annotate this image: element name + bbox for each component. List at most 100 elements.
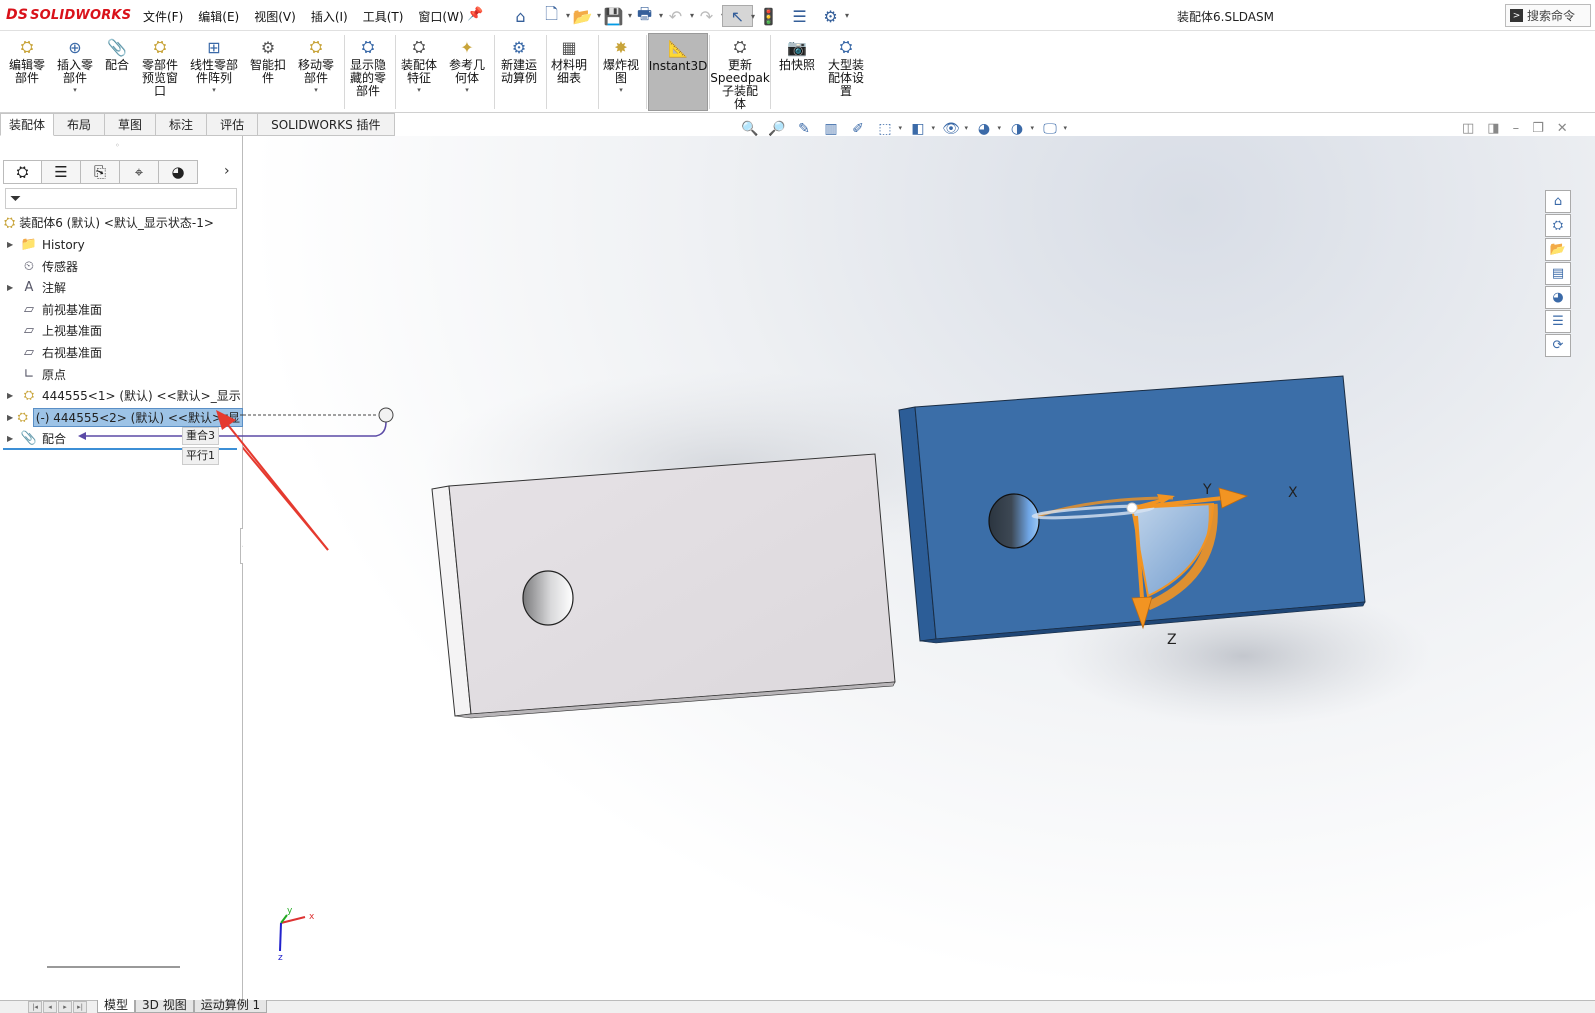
select-cursor-icon[interactable]: ↖ ▾ bbox=[722, 5, 755, 27]
chevron-down-icon[interactable]: ▾ bbox=[997, 124, 1001, 132]
tree-item-origin[interactable]: ∟ 原点 bbox=[0, 364, 243, 385]
close-icon[interactable]: ✕ bbox=[1557, 121, 1568, 136]
expand-arrow-icon[interactable]: ▶ bbox=[7, 413, 16, 422]
tree-item-component-2[interactable]: ▶ ⛭ (-) 444555<2> (默认) <<默认>_显 bbox=[0, 407, 243, 428]
bottom-tab-1[interactable]: 3D 视图 bbox=[135, 999, 194, 1013]
menu-item-1[interactable]: 编辑(E) bbox=[198, 8, 239, 25]
expand-arrow-icon[interactable]: ▶ bbox=[7, 283, 19, 292]
design-library-icon[interactable]: ⛭ bbox=[1545, 214, 1571, 237]
chevron-down-icon[interactable]: ▾ bbox=[465, 86, 469, 94]
large-assembly-settings-button[interactable]: ⛭ 大型装 配体设置 bbox=[822, 36, 870, 97]
expand-arrow-icon[interactable]: ▶ bbox=[7, 391, 19, 400]
search-commands-input[interactable]: > 搜索命令 bbox=[1505, 4, 1591, 27]
instant3d-button[interactable]: 📐 Instant3D bbox=[648, 33, 708, 111]
chevron-down-icon[interactable]: ▾ bbox=[73, 86, 77, 94]
scroll-last-icon[interactable]: ▸| bbox=[73, 1001, 87, 1013]
tree-root-assembly[interactable]: ⛭ 装配体6 (默认) <默认_显示状态-1> bbox=[4, 212, 214, 233]
tab-1[interactable]: 布局 bbox=[54, 113, 106, 136]
graphics-area[interactable]: x y z X Y Z bbox=[243, 136, 1595, 1000]
dimxpert-tab-icon[interactable]: ⌖ bbox=[120, 160, 159, 184]
component-preview-button[interactable]: ⛭ 零部件 预览窗口 bbox=[137, 36, 183, 97]
menu-item-2[interactable]: 视图(V) bbox=[254, 8, 296, 25]
view-settings-icon[interactable]: 🖵 ▾ bbox=[1038, 119, 1067, 139]
tab-0[interactable]: 装配体 bbox=[0, 113, 55, 136]
tree-item-top-plane[interactable]: ▱ 上视基准面 bbox=[0, 320, 243, 341]
move-component-button[interactable]: ⛭ 移动零 部件 ▾ bbox=[293, 36, 339, 94]
minimize-icon[interactable]: – bbox=[1513, 121, 1520, 136]
file-explorer-icon[interactable]: 📂 bbox=[1545, 238, 1571, 261]
menu-item-0[interactable]: 文件(F) bbox=[143, 8, 183, 25]
tree-item-annotations[interactable]: ▶ A 注解 bbox=[0, 277, 243, 298]
scroll-first-icon[interactable]: |◂ bbox=[28, 1001, 42, 1013]
chevron-down-icon[interactable]: ▾ bbox=[619, 86, 623, 94]
scroll-prev-icon[interactable]: ◂ bbox=[43, 1001, 57, 1013]
restore-icon[interactable]: ❐ bbox=[1532, 121, 1544, 136]
chevron-down-icon[interactable]: ▾ bbox=[931, 124, 935, 132]
tab-3[interactable]: 标注 bbox=[156, 113, 208, 136]
show-hidden-button[interactable]: ⛭ 显示隐 藏的零 部件 bbox=[344, 36, 392, 97]
take-snapshot-button[interactable]: 📷 拍快照 bbox=[775, 36, 819, 72]
tree-item-history[interactable]: ▶ 📁 History bbox=[0, 234, 243, 255]
save-icon[interactable]: 💾 ▾ bbox=[598, 5, 632, 27]
menu-item-3[interactable]: 插入(I) bbox=[311, 8, 348, 25]
new-document-icon[interactable]: 🗋 ▾ bbox=[536, 4, 570, 27]
mate-button[interactable]: 📎 配合 bbox=[100, 36, 134, 72]
smart-fasteners-button[interactable]: ⚙ 智能扣件 bbox=[246, 36, 290, 85]
reference-geometry-button[interactable]: ✦ 参考几 何体 ▾ bbox=[444, 36, 490, 95]
configurationmanager-tab-icon[interactable]: ⎘ bbox=[81, 160, 120, 184]
chevron-down-icon[interactable]: ▾ bbox=[314, 86, 318, 94]
view-orientation-icon[interactable]: ⬚ ▾ bbox=[873, 119, 902, 139]
new-motion-study-button[interactable]: ⚙ 新建运 动算例 bbox=[496, 36, 542, 85]
view-palette-icon[interactable]: ▤ bbox=[1545, 262, 1571, 285]
menu-item-4[interactable]: 工具(T) bbox=[363, 8, 404, 25]
chevron-down-icon[interactable]: ▾ bbox=[845, 11, 849, 20]
linear-pattern-button[interactable]: ⊞ 线性零部 件阵列 ▾ bbox=[185, 36, 243, 95]
chevron-down-icon[interactable]: ▾ bbox=[212, 86, 216, 94]
tree-filter[interactable]: ⏷ bbox=[5, 188, 237, 209]
bottom-tab-0[interactable]: 模型 bbox=[97, 999, 136, 1013]
edit-appearance-icon[interactable]: ◕ ▾ bbox=[972, 119, 1001, 139]
chevron-down-icon[interactable]: ▾ bbox=[964, 124, 968, 132]
scroll-next-icon[interactable]: ▸ bbox=[58, 1001, 72, 1013]
zoom-to-fit-icon[interactable]: 🔍 bbox=[738, 119, 762, 139]
appearances-scenes-icon[interactable]: ◕ bbox=[1545, 286, 1571, 309]
tree-item-sensors[interactable]: ⏲ 传感器 bbox=[0, 256, 243, 277]
tree-item-front-plane[interactable]: ▱ 前视基准面 bbox=[0, 299, 243, 320]
edit-component-button[interactable]: ⛭ 编辑零 部件 bbox=[5, 36, 49, 84]
forum-icon[interactable]: ⟳ bbox=[1545, 334, 1571, 357]
menu-item-5[interactable]: 窗口(W) bbox=[418, 8, 463, 25]
home-icon[interactable]: ⌂ bbox=[505, 5, 536, 27]
displaymanager-tab-icon[interactable]: ◕ bbox=[159, 160, 198, 184]
open-folder-icon[interactable]: 📂 ▾ bbox=[567, 5, 601, 27]
propertymanager-tab-icon[interactable]: ☰ bbox=[42, 160, 81, 184]
print-icon[interactable]: 🖶 ▾ bbox=[629, 4, 663, 27]
chevron-down-icon[interactable]: ▾ bbox=[1063, 124, 1067, 132]
traffic-light-icon[interactable]: 🚦 bbox=[753, 5, 784, 27]
update-speedpak-button[interactable]: ⛭ 更新 Speedpak 子装配体 bbox=[710, 36, 770, 110]
options-gear-icon[interactable]: ⚙ ▾ bbox=[815, 5, 849, 27]
featuremanager-tab-icon[interactable]: ⛭ bbox=[3, 160, 42, 184]
panel-scrollbar[interactable] bbox=[47, 966, 180, 968]
assembly-features-button[interactable]: ⛭ 装配体 特征 ▾ bbox=[396, 36, 442, 94]
solidworks-resources-icon[interactable]: ⌂ bbox=[1545, 190, 1571, 213]
tile-left-icon[interactable]: ◫ bbox=[1462, 121, 1474, 136]
redo-icon[interactable]: ↷▾ bbox=[691, 5, 725, 27]
zoom-to-area-icon[interactable]: 🔎 bbox=[765, 119, 789, 139]
expand-arrow-icon[interactable]: ▶ bbox=[7, 240, 19, 249]
previous-view-icon[interactable]: ✎ bbox=[792, 119, 816, 139]
exploded-view-button[interactable]: ✸ 爆炸视图 ▾ bbox=[598, 36, 644, 95]
tab-2[interactable]: 草图 bbox=[105, 113, 157, 136]
bottom-tab-2[interactable]: 运动算例 1 bbox=[193, 999, 268, 1013]
tree-item-component-1[interactable]: ▶ ⛭ 444555<1> (默认) <<默认>_显示 bbox=[0, 385, 243, 406]
panel-grip-icon[interactable]: ◦ bbox=[115, 141, 120, 150]
tree-item-right-plane[interactable]: ▱ 右视基准面 bbox=[0, 342, 243, 363]
insert-component-button[interactable]: ⊕ 插入零 部件 ▾ bbox=[53, 36, 97, 95]
custom-properties-icon[interactable]: ☰ bbox=[1545, 310, 1571, 333]
dynamic-annotation-icon[interactable]: ✐ bbox=[846, 119, 870, 139]
tab-5[interactable]: SOLIDWORKS 插件 bbox=[258, 113, 395, 136]
chevron-down-icon[interactable]: ▾ bbox=[417, 86, 421, 94]
chevron-down-icon[interactable]: ▾ bbox=[1030, 124, 1034, 132]
file-properties-icon[interactable]: ☰ bbox=[784, 5, 815, 27]
chevron-down-icon[interactable]: ▾ bbox=[898, 124, 902, 132]
chevron-right-icon[interactable]: › bbox=[224, 163, 230, 179]
